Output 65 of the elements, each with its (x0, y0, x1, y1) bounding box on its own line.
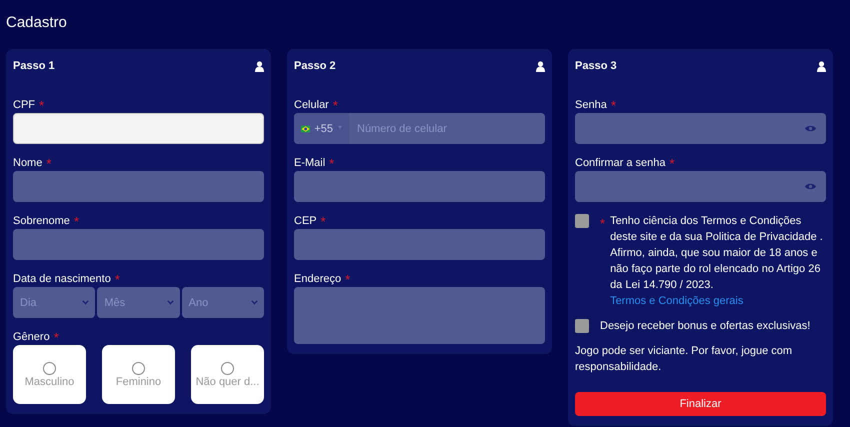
field-label: Celular (294, 99, 329, 111)
option-label: Não quer d... (196, 376, 260, 388)
option-label: Masculino (24, 376, 74, 388)
required-asterisk: * (610, 101, 616, 111)
person-icon (817, 60, 826, 72)
required-asterisk: * (329, 159, 334, 169)
required-asterisk: * (670, 159, 675, 169)
required-asterisk: * (54, 333, 59, 343)
option-label: Feminino (116, 376, 162, 388)
required-asterisk: * (114, 275, 120, 285)
eye-icon[interactable] (805, 125, 816, 132)
input-field[interactable] (294, 171, 545, 202)
select-field[interactable]: Dia (13, 287, 96, 318)
field-label: E-Mail (294, 157, 326, 169)
submit-button[interactable]: Finalizar (575, 392, 826, 416)
field-label: Endereço (294, 273, 342, 285)
warning-text: Jogo pode ser viciante. Por favor, jogue com responsabilidade. (575, 344, 794, 375)
required-asterisk: * (600, 219, 606, 233)
eye-icon[interactable] (805, 183, 816, 190)
field-label: Gênero (13, 331, 50, 343)
radio-option[interactable]: Não quer d... (191, 345, 264, 404)
country-code[interactable]: +55 (314, 122, 333, 134)
required-asterisk: * (320, 217, 326, 227)
password-field[interactable] (575, 113, 826, 144)
required-asterisk: * (39, 101, 44, 111)
select-field[interactable]: Ano (182, 287, 264, 318)
required-asterisk: * (74, 217, 79, 227)
field-label: CPF (13, 99, 35, 111)
required-asterisk: * (46, 159, 52, 169)
field-label: Confirmar a senha (575, 157, 666, 169)
field-label: Nome (13, 157, 42, 169)
radio-option[interactable]: Masculino (13, 345, 86, 404)
checkbox-label: Tenho ciência dos Termos e Condições deste site e da sua Politica de Privacidade . Afirmo, ainda, que sou maior de 18 anos e não faço parte do rol elencado no Artigo 26 da Lei 14.790 / 2023. Termos e Condições gerais (610, 214, 824, 309)
radio-icon[interactable] (221, 362, 234, 374)
field-label: Sobrenome (13, 215, 70, 227)
checkbox[interactable] (575, 214, 589, 228)
input-field[interactable] (13, 229, 264, 260)
chevron-icon (166, 300, 174, 305)
radio-icon[interactable] (132, 362, 145, 374)
checkbox[interactable] (575, 319, 589, 333)
field-label: Senha (575, 99, 607, 111)
step-title: Passo 2 (294, 60, 336, 72)
input-field[interactable] (13, 171, 264, 202)
phone-field[interactable]: Número de celular (349, 122, 447, 134)
chevron-icon (250, 300, 258, 305)
person-icon (536, 60, 545, 72)
select-field[interactable]: Mês (97, 287, 180, 318)
required-asterisk: * (345, 275, 350, 285)
person-icon (255, 60, 264, 72)
chevron-icon (82, 300, 90, 305)
field-label: CEP (294, 215, 317, 227)
input-field[interactable] (294, 229, 545, 260)
password-field[interactable] (575, 171, 826, 202)
checkbox-label: Desejo receber bonus e ofertas exclusivas! (600, 319, 812, 334)
terms-link[interactable]: Termos e Condições gerais (610, 295, 744, 307)
text-area[interactable] (294, 287, 545, 344)
radio-option[interactable]: Feminino (102, 345, 175, 404)
step-title: Passo 1 (13, 60, 55, 72)
step-title: Passo 3 (575, 60, 617, 72)
page-title: Cadastro (6, 14, 67, 31)
flag-icon (301, 124, 310, 134)
required-asterisk: * (332, 101, 338, 111)
field-label: Data de nascimento (13, 273, 111, 285)
input-field[interactable] (13, 113, 264, 144)
radio-icon[interactable] (43, 362, 56, 374)
